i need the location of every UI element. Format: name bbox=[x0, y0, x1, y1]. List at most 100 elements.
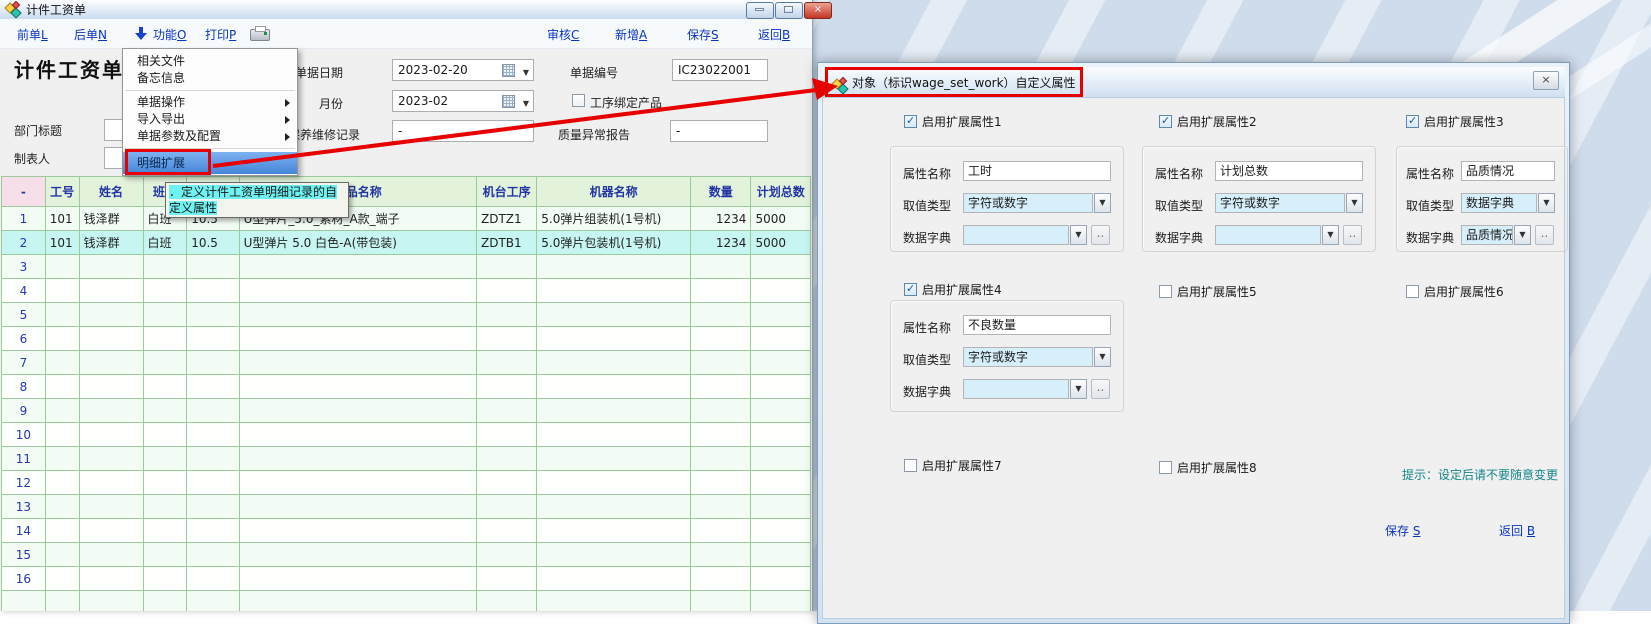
cell[interactable]: 15 bbox=[2, 543, 46, 567]
attr-name-input[interactable]: 不良数量 bbox=[963, 315, 1111, 335]
cell[interactable] bbox=[477, 543, 537, 567]
cell[interactable] bbox=[537, 351, 691, 375]
cell[interactable] bbox=[45, 423, 79, 447]
cell[interactable] bbox=[690, 351, 750, 375]
cell[interactable]: ZDTB1 bbox=[477, 231, 537, 255]
cell[interactable] bbox=[187, 567, 239, 591]
cell[interactable] bbox=[187, 447, 239, 471]
cell[interactable] bbox=[239, 279, 476, 303]
dialog-save-button[interactable]: 保存 S bbox=[1385, 522, 1420, 539]
cell[interactable] bbox=[45, 279, 79, 303]
table-row[interactable]: 5 bbox=[2, 303, 811, 327]
audit-button[interactable]: 审核C bbox=[547, 26, 579, 43]
cell[interactable]: 1234 bbox=[690, 207, 750, 231]
table-row[interactable]: 13 bbox=[2, 495, 811, 519]
cell[interactable] bbox=[187, 375, 239, 399]
cell[interactable] bbox=[690, 279, 750, 303]
cell[interactable] bbox=[477, 279, 537, 303]
table-row[interactable]: 6 bbox=[2, 327, 811, 351]
cell[interactable] bbox=[751, 447, 811, 471]
menu-item-memo[interactable]: 备忘信息 bbox=[123, 70, 297, 87]
cell[interactable]: U型弹片 5.0 白色-A(带包装) bbox=[239, 231, 476, 255]
maximize-button[interactable] bbox=[775, 2, 803, 19]
cell[interactable] bbox=[187, 351, 239, 375]
chevron-down-icon[interactable]: ▼ bbox=[1070, 379, 1087, 399]
cell[interactable] bbox=[143, 447, 187, 471]
cell[interactable] bbox=[690, 399, 750, 423]
print-button[interactable]: 打印P bbox=[205, 26, 236, 43]
cell[interactable] bbox=[79, 447, 143, 471]
cell[interactable]: 5 bbox=[2, 303, 46, 327]
cell[interactable] bbox=[79, 255, 143, 279]
value-type-select[interactable]: 字符或数字 bbox=[1215, 193, 1345, 213]
menu-item-related-files[interactable]: 相关文件 bbox=[123, 53, 297, 70]
value-type-select[interactable]: 数据字典 bbox=[1461, 193, 1537, 213]
table-row[interactable] bbox=[2, 591, 811, 612]
cell[interactable] bbox=[239, 519, 476, 543]
cell[interactable] bbox=[477, 351, 537, 375]
cell[interactable] bbox=[45, 567, 79, 591]
cell[interactable] bbox=[79, 351, 143, 375]
enable-ext-attr-6-checkbox[interactable]: 启用扩展属性6 bbox=[1406, 284, 1504, 298]
enable-ext-attr-2-checkbox[interactable]: 启用扩展属性2 bbox=[1159, 114, 1257, 128]
cell[interactable] bbox=[45, 303, 79, 327]
cell[interactable]: 钱泽群 bbox=[79, 207, 143, 231]
cell[interactable] bbox=[45, 399, 79, 423]
cell[interactable] bbox=[79, 423, 143, 447]
data-dict-select[interactable]: 品质情况 bbox=[1461, 225, 1513, 245]
cell[interactable] bbox=[187, 327, 239, 351]
cell[interactable]: ZDTZ1 bbox=[477, 207, 537, 231]
bind-product-checkbox[interactable] bbox=[572, 94, 585, 107]
cell[interactable] bbox=[239, 375, 476, 399]
cell[interactable] bbox=[187, 255, 239, 279]
cell[interactable]: 13 bbox=[2, 495, 46, 519]
cell[interactable]: 8 bbox=[2, 375, 46, 399]
cell[interactable] bbox=[477, 327, 537, 351]
cell[interactable] bbox=[45, 591, 79, 612]
cell[interactable] bbox=[143, 543, 187, 567]
chevron-down-icon[interactable]: ▼ bbox=[1094, 347, 1111, 367]
cell[interactable] bbox=[239, 567, 476, 591]
cell[interactable] bbox=[751, 327, 811, 351]
cell[interactable]: 1 bbox=[2, 207, 46, 231]
cell[interactable] bbox=[239, 351, 476, 375]
cell[interactable] bbox=[751, 495, 811, 519]
next-doc-button[interactable]: 后单N bbox=[74, 26, 107, 43]
cell[interactable] bbox=[143, 303, 187, 327]
cell[interactable] bbox=[79, 543, 143, 567]
column-header-数量[interactable]: 数量 bbox=[690, 177, 750, 207]
cell[interactable] bbox=[477, 255, 537, 279]
cell[interactable] bbox=[751, 471, 811, 495]
browse-button[interactable]: .. bbox=[1535, 225, 1554, 245]
cell[interactable]: 5000 bbox=[751, 231, 811, 255]
cell[interactable] bbox=[79, 303, 143, 327]
cell[interactable] bbox=[690, 591, 750, 612]
attr-name-input[interactable]: 品质情况 bbox=[1461, 161, 1555, 181]
table-row[interactable]: 2101钱泽群白班10.5U型弹片 5.0 白色-A(带包装)ZDTB15.0弹… bbox=[2, 231, 811, 255]
column-header-姓名[interactable]: 姓名 bbox=[79, 177, 143, 207]
minimize-button[interactable] bbox=[746, 2, 774, 19]
prev-doc-button[interactable]: 前单L bbox=[17, 26, 48, 43]
cell[interactable] bbox=[239, 255, 476, 279]
cell[interactable] bbox=[751, 567, 811, 591]
table-row[interactable]: 9 bbox=[2, 399, 811, 423]
cell[interactable] bbox=[690, 447, 750, 471]
column-header-计划总数[interactable]: 计划总数 bbox=[751, 177, 811, 207]
cell[interactable] bbox=[79, 327, 143, 351]
cell[interactable]: 12 bbox=[2, 471, 46, 495]
browse-button[interactable]: .. bbox=[1091, 225, 1110, 245]
cell[interactable]: 3 bbox=[2, 255, 46, 279]
column-header-select[interactable]: - bbox=[2, 177, 46, 207]
cell[interactable] bbox=[79, 399, 143, 423]
cell[interactable] bbox=[477, 591, 537, 612]
cell[interactable]: 16 bbox=[2, 567, 46, 591]
chevron-down-icon[interactable]: ▼ bbox=[1094, 193, 1111, 213]
cell[interactable] bbox=[143, 591, 187, 612]
doc-no-input[interactable]: IC23022001 bbox=[672, 59, 768, 81]
table-row[interactable]: 7 bbox=[2, 351, 811, 375]
cell[interactable] bbox=[187, 543, 239, 567]
cell[interactable] bbox=[537, 279, 691, 303]
browse-button[interactable]: .. bbox=[1091, 379, 1110, 399]
enable-ext-attr-7-checkbox[interactable]: 启用扩展属性7 bbox=[904, 458, 1002, 472]
cell[interactable] bbox=[79, 519, 143, 543]
